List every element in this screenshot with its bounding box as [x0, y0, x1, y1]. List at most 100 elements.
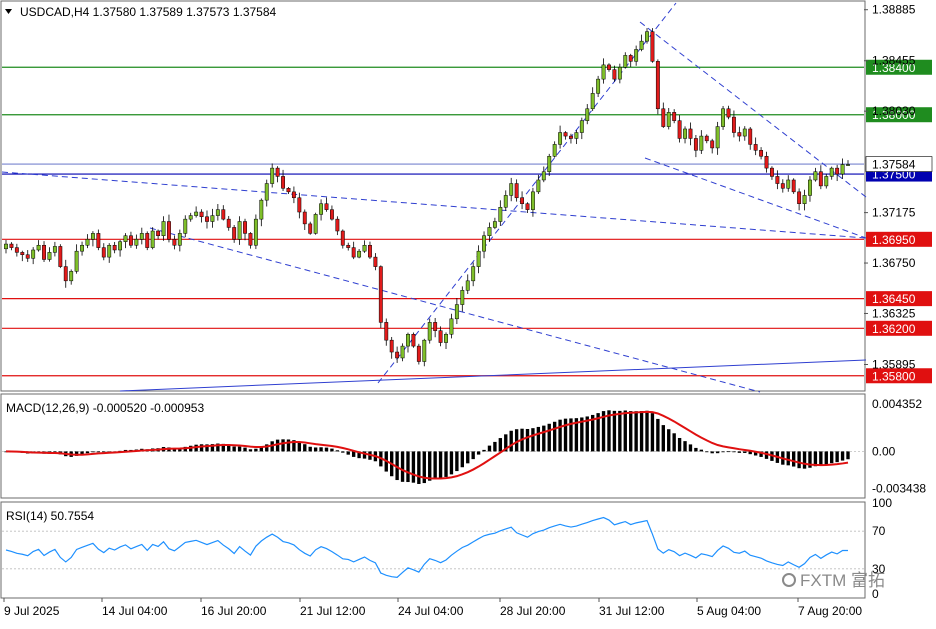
- candle-24: [134, 239, 139, 246]
- candle-54: [297, 197, 302, 213]
- macd-bar-151: [824, 451, 828, 465]
- macd-bar-42: [232, 446, 236, 452]
- candle-100: [547, 156, 552, 172]
- macd-title: MACD(12,26,9) -0.000520 -0.000953: [6, 401, 204, 415]
- chart-svg[interactable]: 1.384001.380001.375001.369501.364501.362…: [0, 0, 936, 624]
- candle-27: [150, 230, 155, 248]
- macd-bar-119: [650, 413, 655, 452]
- candle-151: [824, 176, 829, 187]
- macd-bar-100: [547, 423, 551, 452]
- macd-bar-122: [667, 429, 671, 452]
- macd-bar-150: [819, 451, 823, 466]
- candle-39: [215, 209, 220, 216]
- macd-bar-152: [830, 451, 834, 464]
- rsi-tick-label-1: 70: [872, 524, 886, 538]
- macd-bar-128: [699, 449, 704, 452]
- macd-bar-101: [552, 421, 557, 452]
- candle-89: [487, 227, 492, 236]
- candle-9: [52, 246, 57, 253]
- time-tick-label-2: 16 Jul 20:00: [201, 604, 267, 618]
- candle-69: [378, 266, 383, 323]
- candle-40: [221, 209, 226, 220]
- candle-46: [253, 218, 258, 246]
- macd-bar-80: [438, 451, 443, 479]
- macd-bar-74: [406, 451, 410, 483]
- macd-bar-83: [455, 451, 459, 472]
- rsi-tick-label-0: 100: [872, 496, 892, 510]
- candle-129: [704, 135, 709, 142]
- macd-tick-label-0: 0.004352: [872, 397, 922, 411]
- candle-67: [368, 244, 372, 258]
- macd-bar-51: [281, 439, 285, 452]
- candle-2: [14, 247, 19, 253]
- candle-96: [525, 203, 530, 210]
- candle-147: [802, 195, 807, 204]
- candle-134: [731, 116, 736, 133]
- candle-143: [780, 183, 785, 189]
- candle-3: [20, 252, 25, 255]
- macd-bar-93: [509, 430, 513, 452]
- time-tick-label-0: 9 Jul 2025: [4, 604, 60, 618]
- price-tick-label-7: 1.36325: [872, 306, 916, 320]
- candle-35: [194, 211, 199, 216]
- macd-bar-94: [514, 429, 519, 452]
- candle-154: [840, 164, 845, 175]
- price-tick-label-5: 1.37175: [872, 206, 916, 220]
- macd-tick-label-1: 0.00: [872, 444, 896, 458]
- candle-31: [172, 239, 177, 246]
- candle-112: [612, 69, 617, 80]
- price-tick-label-1: 1.38455: [872, 54, 916, 68]
- candle-71: [389, 339, 394, 353]
- macd-bar-86: [471, 451, 475, 460]
- candle-101: [552, 144, 557, 157]
- candle-83: [454, 304, 459, 320]
- macd-bar-135: [737, 451, 742, 453]
- candle-152: [829, 167, 834, 177]
- candle-58: [319, 203, 324, 215]
- candle-25: [139, 233, 144, 240]
- candle-68: [373, 256, 378, 267]
- candle-132: [721, 108, 725, 127]
- candle-133: [726, 108, 731, 118]
- candle-86: [471, 266, 476, 282]
- candle-73: [400, 345, 405, 359]
- candle-74: [406, 333, 410, 347]
- candle-80: [438, 330, 443, 343]
- macd-tick-label-2: -0.003438: [872, 482, 926, 496]
- candle-138: [753, 144, 758, 151]
- candle-122: [666, 112, 671, 127]
- candle-124: [677, 120, 682, 139]
- macd-bar-132: [721, 451, 725, 453]
- price-tick-label-2: 1.38030: [872, 104, 916, 118]
- macd-bar-15: [85, 451, 90, 454]
- current-price-label: 1.37584: [872, 158, 916, 172]
- macd-bar-84: [460, 451, 464, 468]
- macd-bar-133: [726, 451, 731, 453]
- candle-116: [634, 49, 639, 62]
- macd-bar-81: [444, 451, 448, 477]
- candle-5: [31, 249, 36, 259]
- time-tick-label-8: 7 Aug 20:00: [798, 604, 862, 618]
- candle-87: [476, 250, 481, 267]
- candle-53: [291, 191, 296, 199]
- candle-30: [167, 221, 171, 240]
- macd-bar-117: [639, 411, 644, 452]
- macd-bar-115: [629, 411, 633, 452]
- macd-bar-73: [400, 451, 405, 482]
- candle-150: [818, 171, 823, 187]
- level-label-4: 1.36450: [872, 292, 916, 306]
- candle-41: [226, 218, 231, 228]
- macd-bar-126: [688, 444, 693, 452]
- macd-bar-46: [254, 448, 258, 452]
- time-tick-label-6: 31 Jul 12:00: [599, 604, 665, 618]
- macd-bar-145: [791, 451, 796, 467]
- candle-56: [308, 223, 313, 234]
- macd-bar-91: [498, 438, 503, 452]
- candle-115: [628, 55, 633, 62]
- candle-113: [617, 67, 622, 80]
- macd-bar-45: [248, 449, 253, 452]
- candle-125: [683, 128, 687, 139]
- candle-76: [416, 345, 421, 362]
- candle-78: [427, 322, 432, 341]
- candle-10: [58, 246, 63, 267]
